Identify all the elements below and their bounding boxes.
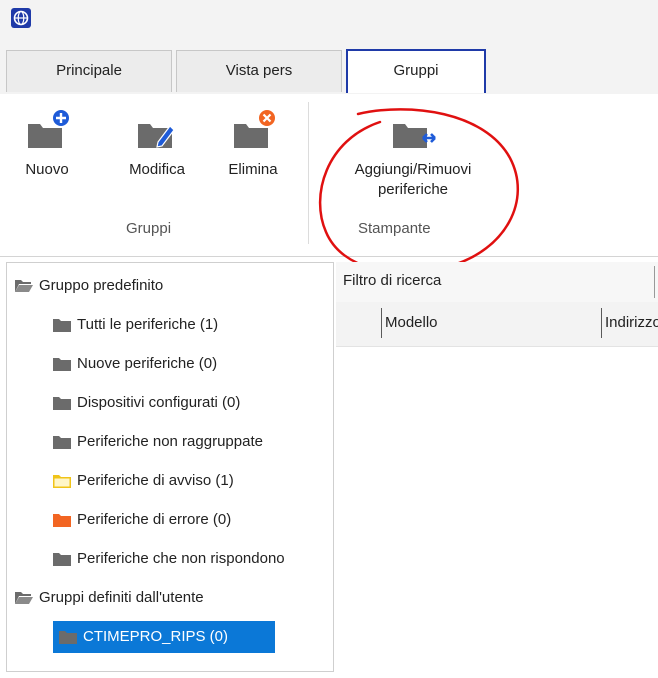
folder-add-icon [28,110,69,148]
new-group-button[interactable]: Nuovo [20,108,74,180]
folder-icon [53,319,71,332]
tree-group-user-defined-label: Gruppi definiti dall'utente [39,589,204,606]
ribbon: Nuovo Modifica Elimina Gruppi Aggiungi/R… [0,94,658,257]
tree-item-new-devices[interactable]: Nuove periferiche (0) [53,349,333,379]
device-list-panel: Filtro di ricerca Modello Indirizzo [336,262,658,672]
tree-item-configured-devices[interactable]: Dispositivi configurati (0) [53,388,333,418]
ribbon-group-label-stampante: Stampante [358,220,431,237]
tab-vista-pers[interactable]: Vista pers [176,50,342,92]
tree-item-error-devices[interactable]: Periferiche di errore (0) [53,505,333,535]
edit-group-button[interactable]: Modifica [112,108,202,180]
edit-group-label: Modifica [129,161,185,178]
folder-open-icon [15,592,33,604]
tree-item-all-devices[interactable]: Tutti le periferiche (1) [53,310,333,340]
add-remove-devices-label: Aggiungi/Rimuovi periferiche [354,161,472,198]
folder-icon [53,553,71,566]
tree-item-warning-devices[interactable]: Periferiche di avviso (1) [53,466,333,496]
tree-group-default[interactable]: Gruppo predefinito [15,271,333,301]
tab-principale[interactable]: Principale [6,50,172,92]
folder-icon [59,631,77,644]
search-filter-bar[interactable]: Filtro di ricerca [336,262,658,303]
delete-group-button[interactable]: Elimina [218,108,288,180]
column-header-model[interactable]: Modello [385,314,438,331]
delete-group-label: Elimina [228,161,278,178]
add-remove-devices-button[interactable]: Aggiungi/Rimuovi periferiche [328,108,498,200]
tree-group-user-defined[interactable]: Gruppi definiti dall'utente [15,583,333,613]
app-globe-icon[interactable] [11,8,31,28]
title-bar [0,0,658,46]
tab-gruppi[interactable]: Gruppi [346,49,486,93]
ribbon-group-separator [308,102,309,244]
folder-icon [53,436,71,449]
tree-item-ctimepro-rips[interactable]: CTIMEPRO_RIPS (0) [53,621,275,653]
folder-icon [53,397,71,410]
search-filter-label: Filtro di ricerca [343,272,442,289]
folder-error-icon [53,514,71,527]
column-divider[interactable] [381,308,382,338]
column-divider[interactable] [601,308,602,338]
folder-transfer-icon [393,124,436,148]
tab-strip: Principale Vista pers Gruppi [0,46,658,95]
folder-warning-icon [53,475,71,488]
tree-item-unresponsive-devices[interactable]: Periferiche che non rispondono [53,544,333,574]
tree-group-default-label: Gruppo predefinito [39,277,164,294]
new-group-label: Nuovo [25,161,69,178]
folder-icon [53,358,71,371]
folder-open-icon [15,280,33,292]
folder-edit-icon [138,124,175,148]
tree-item-ungrouped-devices[interactable]: Periferiche non raggruppate [53,427,333,457]
group-tree-panel: Gruppo predefinito Tutti le periferiche … [6,262,334,672]
ribbon-group-label-gruppi: Gruppi [126,220,172,237]
folder-delete-icon [234,110,275,148]
column-header-row: Modello Indirizzo [336,302,658,347]
column-header-address[interactable]: Indirizzo [605,314,658,331]
filter-divider [654,266,655,298]
